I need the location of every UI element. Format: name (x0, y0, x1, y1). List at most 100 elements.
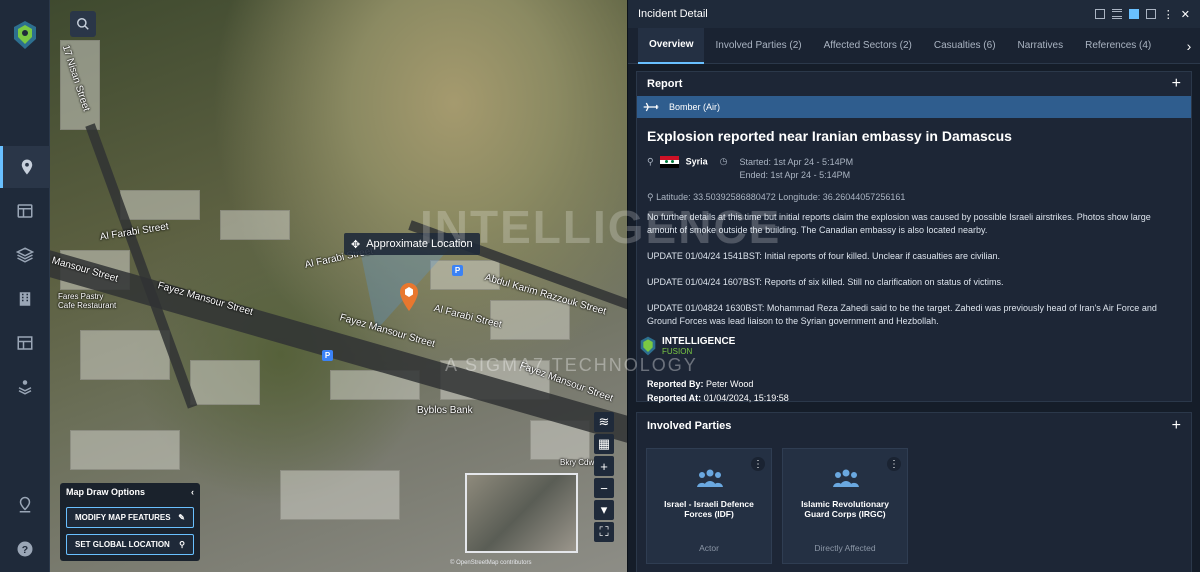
parking-icon: P (452, 265, 463, 276)
more-vertical-icon[interactable]: ⋮ (1163, 8, 1174, 21)
incident-headline: Explosion reported near Iranian embassy … (647, 128, 1012, 144)
party-menu-icon[interactable]: ⋮ (887, 457, 901, 471)
nav-table-icon[interactable] (0, 322, 50, 364)
svg-text:?: ? (22, 544, 28, 556)
reported-by-label: Reported By: (647, 379, 704, 389)
side-nav: ? (0, 0, 50, 572)
add-report-icon[interactable]: + (1172, 75, 1181, 93)
location-icon: ⚲ (647, 156, 654, 167)
collapse-chevron-icon[interactable]: ‹ (191, 487, 194, 497)
parking-icon: P (322, 350, 333, 361)
nav-layers-icon[interactable] (0, 234, 50, 276)
set-global-location-button[interactable]: SET GLOBAL LOCATION ⚲ (66, 534, 194, 555)
tab-bar: Overview Involved Parties (2) Affected S… (628, 27, 1200, 64)
party-role: Actor (699, 543, 719, 553)
tab-affected-sectors[interactable]: Affected Sectors (2) (813, 28, 923, 64)
layout-columns-icon[interactable] (1128, 9, 1139, 19)
map-controls: ≋ ▦ + − ▾ ⛶ (594, 412, 614, 544)
report-paragraph: UPDATE 01/04/24 1607BST: Reports of six … (647, 277, 1004, 287)
nav-buildings-icon[interactable] (0, 278, 50, 320)
edit-icon: ✎ (178, 513, 185, 522)
coordinates: ⚲ Latitude: 33.50392586880472 Longitude:… (637, 182, 1191, 211)
layout-map-icon[interactable] (1094, 9, 1105, 19)
syria-flag-icon (660, 156, 680, 168)
reported-at-label: Reported At: (647, 393, 702, 403)
zoom-out-button[interactable]: − (594, 478, 614, 498)
report-body: No further details at this time but init… (637, 211, 1191, 328)
search-icon (77, 18, 89, 30)
set-global-location-label: SET GLOBAL LOCATION (75, 540, 170, 549)
map-search-button[interactable] (70, 11, 96, 37)
nav-stack-icon[interactable] (0, 366, 50, 408)
close-icon[interactable]: ✕ (1181, 8, 1190, 21)
layers-toggle-icon[interactable]: ≋ (594, 412, 614, 432)
map-building (280, 470, 400, 520)
tabs-next-chevron-icon[interactable]: › (1178, 38, 1200, 54)
category-label: Bomber (Air) (669, 102, 721, 112)
app: ? Al Farabi Street Mansour Street Fayez … (0, 0, 1200, 572)
clock-icon: ◷ (719, 156, 728, 166)
map-building (190, 360, 260, 405)
report-paragraph: UPDATE 01/04824 1630BST: Mohammad Reza Z… (647, 303, 1157, 326)
party-role: Directly Affected (814, 543, 876, 553)
group-icon (697, 469, 723, 487)
involved-parties-card: Involved Parties + ⋮ Israel - Israeli De… (636, 412, 1192, 572)
airplane-icon (643, 102, 659, 112)
reported-at-value: 01/04/2024, 15:19:58 (703, 393, 789, 403)
layout-image-icon[interactable] (1145, 9, 1156, 19)
incident-pin-icon[interactable] (399, 283, 419, 311)
tab-narratives[interactable]: Narratives (1007, 28, 1075, 64)
country-name: Syria (685, 156, 708, 167)
compass-icon[interactable]: ▾ (594, 500, 614, 520)
report-card: Report + Bomber (Air) Explosion reported… (636, 71, 1192, 405)
party-card[interactable]: ⋮ Islamic Revolutionary Guard Corps (IRG… (782, 448, 908, 564)
reported-at-row: Reported At: 01/04/2024, 15:19:58 (637, 391, 1191, 405)
map-building (120, 190, 200, 220)
tab-casualties[interactable]: Casualties (6) (923, 28, 1007, 64)
zoom-in-button[interactable]: + (594, 456, 614, 476)
tab-involved-parties[interactable]: Involved Parties (2) (704, 28, 812, 64)
fullscreen-icon[interactable]: ⛶ (594, 522, 614, 542)
panel-header: Incident Detail ⋮ ✕ (628, 0, 1200, 28)
minimap[interactable] (465, 473, 578, 553)
incident-detail-panel: Incident Detail ⋮ ✕ Overview Involved Pa… (627, 0, 1200, 572)
map-view[interactable]: Al Farabi Street Mansour Street Fayez Ma… (50, 0, 627, 572)
poi-label: Bkry Cdwr (560, 458, 597, 467)
poi-label: Byblos Bank (417, 405, 473, 416)
report-section-title: Report (647, 78, 683, 90)
category-bar: Bomber (Air) (637, 96, 1191, 118)
add-party-icon[interactable]: + (1172, 417, 1181, 435)
map-draw-options-title: Map Draw Options (66, 487, 146, 497)
approximate-location-label: Approximate Location (366, 238, 473, 250)
incident-meta: ⚲ Syria ◷ Started: 1st Apr 24 - 5:14PM E… (637, 156, 1191, 182)
party-menu-icon[interactable]: ⋮ (751, 457, 765, 471)
nav-location-pin-icon[interactable] (0, 484, 50, 526)
location-pin-icon: ⚲ (179, 540, 185, 549)
tab-overview[interactable]: Overview (638, 27, 705, 64)
reported-by-row: Reported By: Peter Wood (637, 377, 1191, 391)
panel-title: Incident Detail (638, 8, 708, 20)
nav-dashboard-icon[interactable] (0, 190, 50, 232)
ended-time: Ended: 1st Apr 24 - 5:14PM (739, 170, 851, 180)
map-view-icon[interactable]: ▦ (594, 434, 614, 454)
involved-parties-title: Involved Parties (647, 420, 732, 432)
coordinates-text: Latitude: 33.50392586880472 Longitude: 3… (656, 192, 906, 202)
approximate-location-tooltip: ✥ Approximate Location (344, 233, 480, 255)
layout-rows-icon[interactable] (1111, 9, 1122, 19)
party-name: Islamic Revolutionary Guard Corps (IRGC) (801, 499, 889, 519)
nav-help-icon[interactable]: ? (0, 528, 50, 570)
coords-pin-icon: ⚲ (647, 192, 654, 202)
group-icon (833, 469, 859, 487)
modify-map-features-label: MODIFY MAP FEATURES (75, 513, 171, 522)
tab-references[interactable]: References (4) (1074, 28, 1162, 64)
party-card[interactable]: ⋮ Israel - Israeli Defence Forces (IDF) … (646, 448, 772, 564)
map-building (70, 430, 180, 470)
map-draw-options-panel: Map Draw Options ‹ MODIFY MAP FEATURES ✎… (60, 483, 200, 561)
reported-by-value: Peter Wood (706, 379, 754, 389)
nav-location-icon[interactable] (0, 146, 50, 188)
app-logo[interactable] (13, 20, 37, 50)
modify-map-features-button[interactable]: MODIFY MAP FEATURES ✎ (66, 507, 194, 528)
move-icon: ✥ (351, 238, 361, 251)
party-name: Israel - Israeli Defence Forces (IDF) (664, 499, 754, 519)
map-building (80, 330, 170, 380)
